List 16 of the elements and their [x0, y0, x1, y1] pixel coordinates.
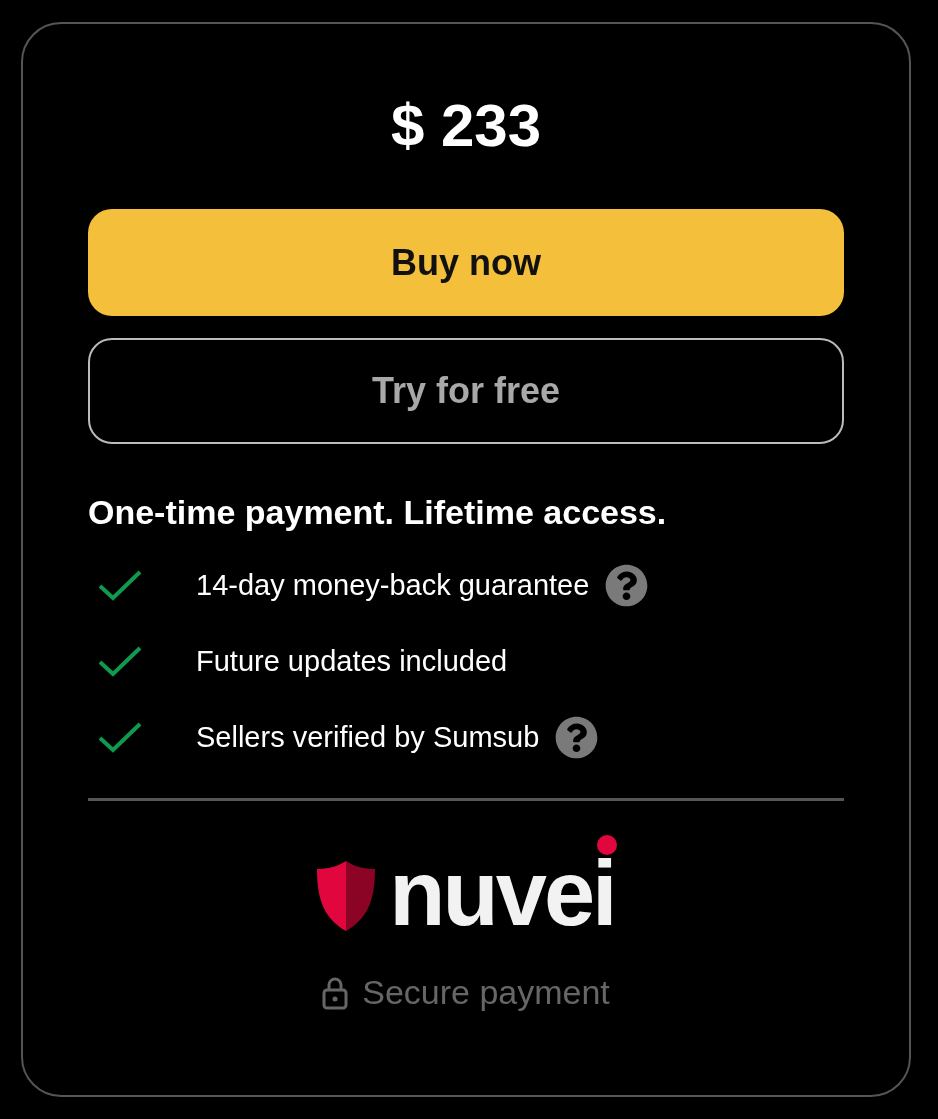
headline: One-time payment. Lifetime access.: [88, 492, 668, 532]
checkmark-icon: [98, 721, 142, 753]
shield-icon: [317, 861, 376, 931]
brand-wordmark: nuvei: [389, 853, 615, 933]
feature-text: Future updates included: [196, 644, 508, 679]
checkmark-icon: [98, 569, 142, 601]
price: $ 233: [389, 91, 543, 161]
trial-button[interactable]: Try for free: [88, 338, 844, 444]
feature-text: Sellers verified by Sumsub: [196, 720, 540, 755]
lock-icon: [322, 975, 349, 1010]
checkmark-icon: [98, 645, 142, 677]
buy-button[interactable]: Buy now: [88, 209, 844, 316]
feature-text: 14-day money-back guarantee: [196, 568, 590, 603]
secure-payment-text: Secure payment: [362, 972, 610, 1013]
help-icon[interactable]: [605, 563, 649, 607]
help-icon[interactable]: [555, 715, 599, 759]
